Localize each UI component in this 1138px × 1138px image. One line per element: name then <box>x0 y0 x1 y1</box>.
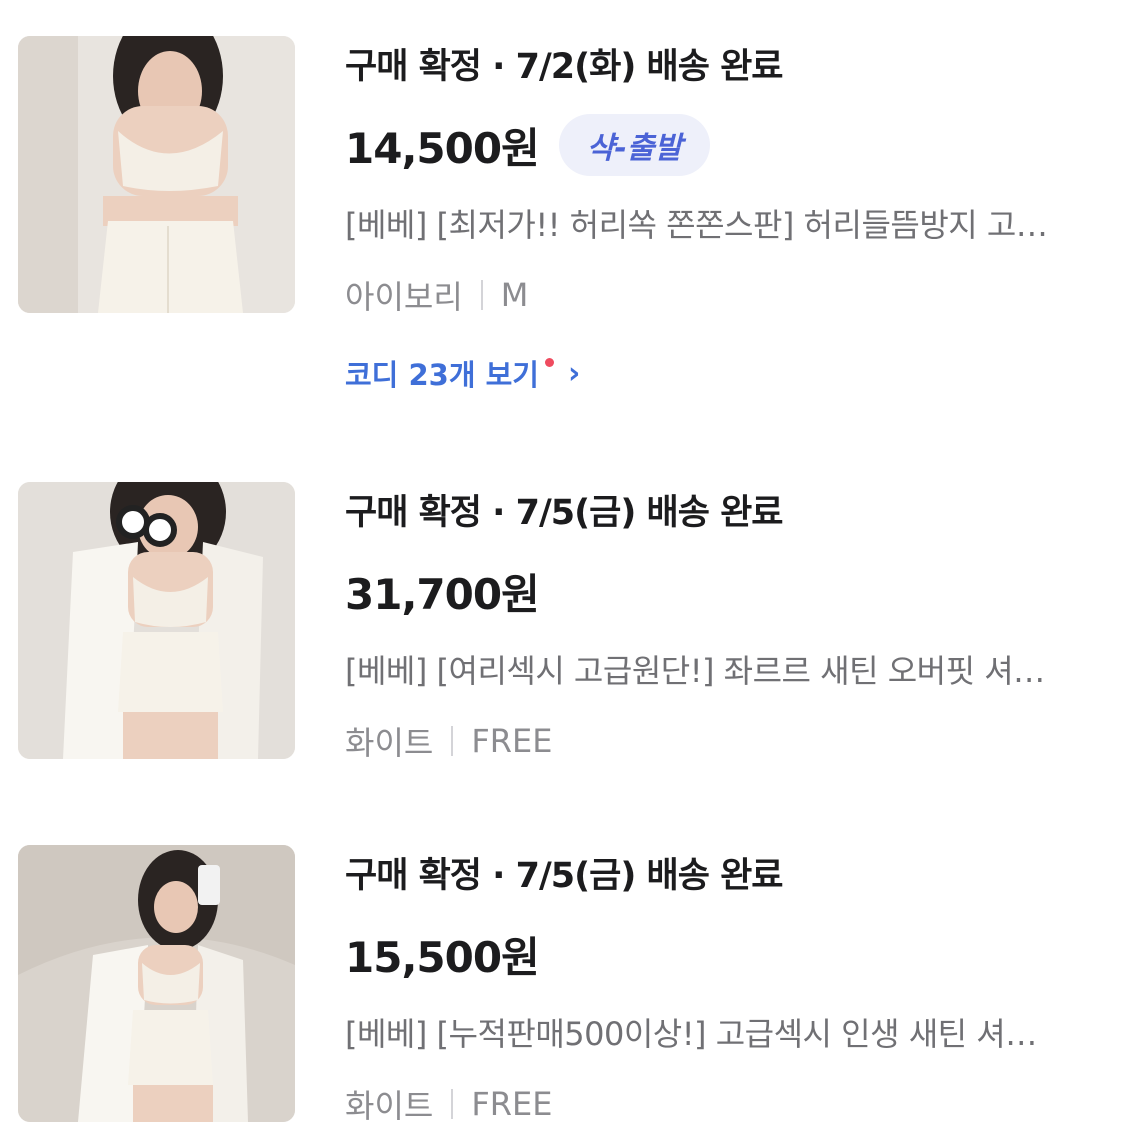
product-title[interactable]: [베베] [여리섹시 고급원단!] 좌르르 새틴 오버핏 셔츠 세트 <box>345 646 1065 692</box>
option-color: 아이보리 <box>345 278 463 316</box>
order-status: 구매 확정 · 7/5(금) 배송 완료 <box>345 493 784 533</box>
option-size: FREE <box>471 722 553 760</box>
price: 31,700원 <box>345 569 540 619</box>
price: 15,500원 <box>345 932 540 982</box>
shipping-badge: 샥-출발 <box>558 114 710 176</box>
product-option: 화이트 FREE <box>345 1081 552 1127</box>
option-divider <box>451 1089 454 1119</box>
option-color: 화이트 <box>345 724 434 762</box>
option-color: 화이트 <box>345 1087 434 1125</box>
coordi-link[interactable]: 코디 23개 보기 › <box>345 352 580 394</box>
price: 14,500원 <box>345 123 540 173</box>
product-option: 화이트 FREE <box>345 718 552 764</box>
option-size: FREE <box>471 1085 553 1123</box>
product-title[interactable]: [베베] [누적판매500이상!] 고급섹시 인생 새틴 셔츠 세트 <box>345 1009 1065 1055</box>
product-thumbnail[interactable] <box>18 36 295 313</box>
order-status: 구매 확정 · 7/5(금) 배송 완료 <box>345 856 784 896</box>
order-status: 구매 확정 · 7/2(화) 배송 완료 <box>345 47 784 87</box>
option-divider <box>480 280 483 310</box>
notification-dot-icon <box>544 357 554 367</box>
coordi-link-label: 코디 23개 보기 <box>345 358 539 392</box>
product-title[interactable]: [베베] [최저가!! 허리쏙 쫀쫀스판] 허리들뜸방지 고급 새틴 세트 <box>345 200 1065 246</box>
option-size: M <box>500 276 529 314</box>
product-thumbnail[interactable] <box>18 482 295 759</box>
product-thumbnail[interactable] <box>18 845 295 1122</box>
option-divider <box>451 726 454 756</box>
chevron-right-icon: › <box>567 355 581 391</box>
product-option: 아이보리 M <box>345 272 528 318</box>
